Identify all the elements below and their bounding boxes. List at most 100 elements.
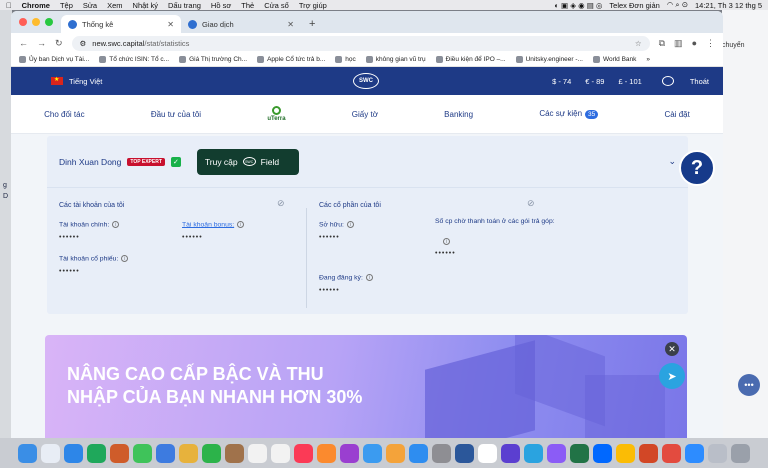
new-tab-button[interactable]: + — [301, 15, 323, 33]
menu-tab[interactable]: Thẻ — [241, 1, 254, 10]
menu-file[interactable]: Tệp — [60, 1, 73, 10]
calendar-icon[interactable] — [248, 443, 267, 463]
input-source[interactable]: Telex Đơn giản — [609, 1, 659, 10]
swc-logo[interactable]: SWC — [353, 73, 379, 89]
info-icon[interactable]: i — [346, 221, 354, 228]
menu-window[interactable]: Cửa sổ — [264, 1, 289, 10]
nav-uterra[interactable]: uTerra — [267, 106, 286, 122]
photos-icon[interactable] — [179, 443, 198, 463]
bonus-account-label[interactable]: Tài khoản bonus: i — [182, 221, 245, 228]
info-icon[interactable]: i — [365, 274, 373, 281]
nav-partners[interactable]: Cho đối tác — [44, 110, 84, 119]
tab-statistics[interactable]: Thống kê ✕ — [61, 15, 181, 33]
word-icon[interactable] — [455, 443, 474, 463]
settings-icon[interactable] — [432, 443, 451, 463]
info-icon[interactable]: i — [237, 221, 245, 228]
bookmark-item[interactable]: Ủy ban Dịch vụ Tài... — [19, 56, 89, 63]
minimize-window-button[interactable] — [32, 18, 40, 26]
promo-close-button[interactable]: ✕ — [665, 342, 679, 356]
hide-balance-icon[interactable]: ⊘ — [277, 198, 285, 209]
viber-icon[interactable] — [547, 443, 566, 463]
promo-banner[interactable]: NÂNG CAO CẤP BẬC VÀ THU NHẬP CỦA BẠN NHA… — [45, 335, 687, 438]
finder-icon[interactable] — [18, 443, 37, 463]
address-bar[interactable]: ⚙ new.swc.capital/stat/statistics ☆ — [71, 35, 650, 51]
sidebar-icon[interactable]: ▥ — [674, 38, 683, 49]
close-tab-icon[interactable]: ✕ — [287, 20, 294, 29]
menu-view[interactable]: Xem — [107, 1, 122, 10]
chat-bubble-icon[interactable]: ••• — [738, 374, 760, 396]
menu-history[interactable]: Nhật ký — [133, 1, 158, 10]
vietnam-flag-icon[interactable] — [51, 76, 63, 85]
bookmark-item[interactable]: Apple Cổ tức trả b... — [257, 56, 325, 63]
back-icon[interactable]: ← — [19, 38, 28, 48]
trash-icon[interactable] — [731, 443, 750, 463]
facetime-icon[interactable] — [202, 443, 221, 463]
edge-icon[interactable] — [87, 443, 106, 463]
preview-icon[interactable] — [478, 443, 497, 463]
reminders-icon[interactable] — [271, 443, 290, 463]
zoom-icon[interactable] — [685, 443, 704, 463]
bookmark-item[interactable]: Unitsky.engineer -... — [515, 56, 583, 63]
app-store-icon[interactable] — [409, 443, 428, 463]
extensions-icon[interactable]: ⧉ — [659, 38, 665, 49]
nav-events[interactable]: Các sự kiện 35 — [539, 109, 599, 119]
help-button[interactable]: ? — [679, 150, 715, 186]
bookmark-item[interactable]: học — [335, 56, 356, 63]
apple-icon[interactable]:  — [6, 1, 12, 10]
chrome-icon[interactable] — [616, 443, 635, 463]
folder-icon[interactable] — [708, 443, 727, 463]
site-info-icon[interactable]: ⚙ — [80, 39, 87, 48]
powerpoint-icon[interactable] — [639, 443, 658, 463]
music-icon[interactable] — [294, 443, 313, 463]
info-icon[interactable]: i — [121, 255, 129, 262]
numbers-icon[interactable] — [363, 443, 382, 463]
more-menu-icon[interactable]: ⋮ — [706, 38, 715, 49]
menu-profiles[interactable]: Hồ sơ — [211, 1, 231, 10]
menu-help[interactable]: Trợ giúp — [299, 1, 327, 10]
telegram-icon[interactable]: ➤ — [659, 363, 685, 389]
clock[interactable]: 14:21, Th 3 12 thg 5 — [695, 1, 762, 10]
bookmarks-overflow-icon[interactable]: » — [646, 56, 650, 63]
teams-icon[interactable] — [501, 443, 520, 463]
tab-transactions[interactable]: Giao dịch ✕ — [181, 15, 301, 33]
info-icon[interactable]: i — [443, 238, 450, 245]
language-selector[interactable]: Tiếng Việt — [69, 77, 102, 86]
info-icon[interactable]: i — [112, 221, 120, 228]
nav-settings[interactable]: Cài đặt — [665, 110, 690, 119]
wifi-icon[interactable]: ◠ ⌕ ⊙ — [667, 0, 688, 10]
launchpad-icon[interactable] — [41, 443, 60, 463]
menu-app-name[interactable]: Chrome — [22, 1, 50, 10]
bookmark-star-icon[interactable]: ☆ — [635, 39, 642, 48]
chat-icon[interactable] — [661, 76, 674, 86]
messages-icon[interactable] — [133, 443, 152, 463]
zoom-window-button[interactable] — [45, 18, 53, 26]
safari-icon[interactable] — [64, 443, 83, 463]
bookmark-item[interactable]: World Bank — [592, 56, 636, 63]
bookmark-item[interactable]: không gian vũ trụ — [365, 56, 426, 63]
menu-edit[interactable]: Sửa — [83, 1, 97, 10]
contacts-icon[interactable] — [225, 443, 244, 463]
forward-icon[interactable]: → — [37, 38, 46, 48]
nav-banking[interactable]: Banking — [444, 110, 473, 119]
reload-icon[interactable]: ↻ — [55, 38, 63, 49]
zalo-icon[interactable] — [593, 443, 612, 463]
app-icon[interactable] — [662, 443, 681, 463]
logout-link[interactable]: Thoát — [690, 77, 709, 86]
menu-bookmarks[interactable]: Dấu trang — [168, 1, 201, 10]
close-tab-icon[interactable]: ✕ — [167, 20, 174, 29]
nav-my-investment[interactable]: Đầu tư của tôi — [151, 110, 201, 119]
status-icons[interactable]: ◐ ▣ ◈ ◉ ▤ ◎ — [554, 1, 602, 10]
apps-icon[interactable] — [110, 443, 129, 463]
telegram-dock-icon[interactable] — [524, 443, 543, 463]
excel-icon[interactable] — [570, 443, 589, 463]
books-icon[interactable] — [317, 443, 336, 463]
bookmark-item[interactable]: Giá Thị trường Ch... — [179, 56, 247, 63]
nav-documents[interactable]: Giấy tờ — [352, 110, 378, 119]
profile-avatar[interactable]: ● — [692, 38, 697, 48]
bookmark-item[interactable]: Điều kiện để IPO –... — [435, 56, 506, 63]
pages-icon[interactable] — [386, 443, 405, 463]
chevron-down-icon[interactable]: ⌄ — [668, 156, 676, 167]
mail-icon[interactable] — [156, 443, 175, 463]
podcasts-icon[interactable] — [340, 443, 359, 463]
hide-shares-icon[interactable]: ⊘ — [527, 198, 535, 209]
